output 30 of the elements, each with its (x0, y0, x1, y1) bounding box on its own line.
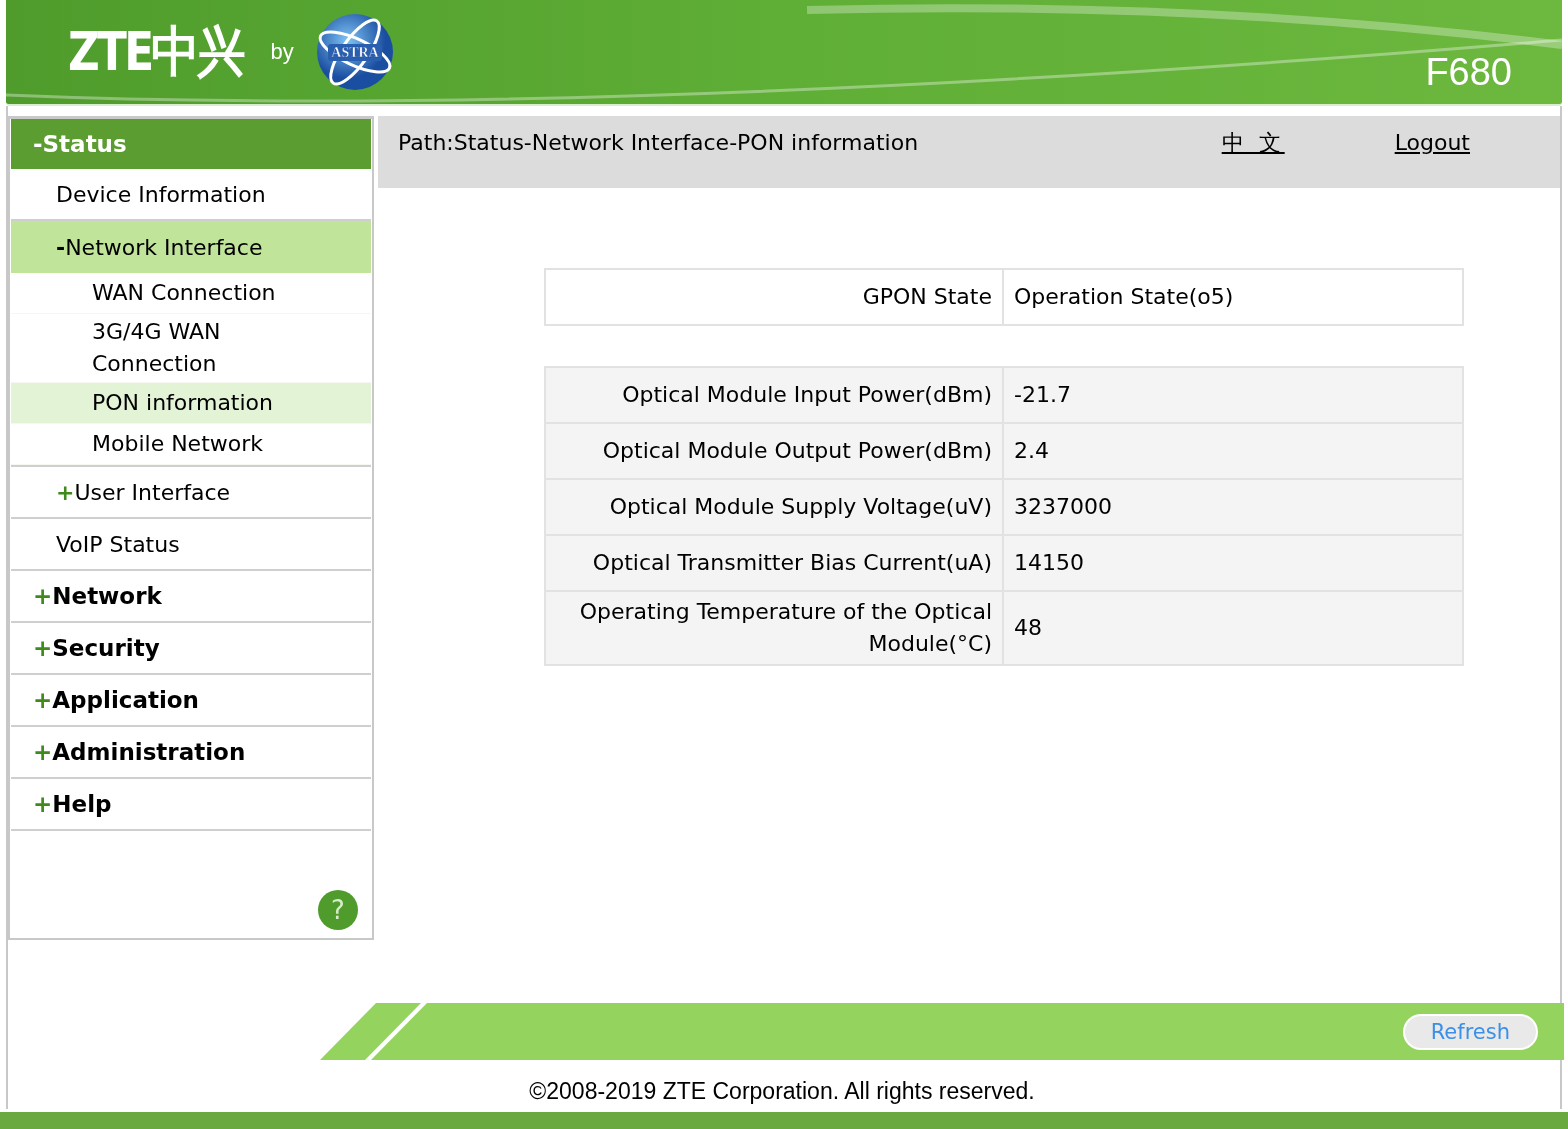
menu-item[interactable]: Mobile Network (11, 424, 371, 465)
field-value: 14150 (1003, 535, 1463, 591)
menu-item[interactable]: WAN Connection (11, 273, 371, 314)
field-value: 2.4 (1003, 423, 1463, 479)
field-label: GPON State (545, 269, 1003, 325)
field-value: 3237000 (1003, 479, 1463, 535)
field-label: Optical Module Supply Voltage(uV) (545, 479, 1003, 535)
menu-item[interactable]: VoIP Status (11, 519, 371, 571)
brand-logo: ZTE中兴 (68, 18, 244, 85)
breadcrumb-path: Path:Status-Network Interface-PON information (397, 129, 920, 157)
menu-item[interactable]: +Application (11, 675, 371, 727)
menu-item[interactable]: -Network Interface (11, 221, 371, 273)
field-label: Optical Module Input Power(dBm) (545, 367, 1003, 423)
menu-item[interactable]: PON information (11, 383, 371, 424)
model-label: F680 (1425, 51, 1512, 94)
menu-item[interactable]: +Administration (11, 727, 371, 779)
field-label: Optical Module Output Power(dBm) (545, 423, 1003, 479)
field-label: Operating Temperature of the Optical Module(°C) (545, 591, 1003, 665)
menu-item[interactable]: +User Interface (11, 467, 371, 519)
menu-item[interactable]: +Help (11, 779, 371, 831)
field-value: -21.7 (1003, 367, 1463, 423)
menu-item[interactable]: +Network (11, 571, 371, 623)
language-link[interactable]: 中 文 (1221, 128, 1285, 158)
menu-item[interactable]: +Security (11, 623, 371, 675)
by-label: by (270, 39, 294, 65)
logout-link[interactable]: Logout (1394, 128, 1470, 158)
field-label: Optical Transmitter Bias Current(uA) (545, 535, 1003, 591)
copyright-text: ©2008-2019 ZTE Corporation. All rights reserved. (528, 1077, 1036, 1106)
field-value: Operation State(o5) (1003, 269, 1463, 325)
field-value: 48 (1003, 591, 1463, 665)
